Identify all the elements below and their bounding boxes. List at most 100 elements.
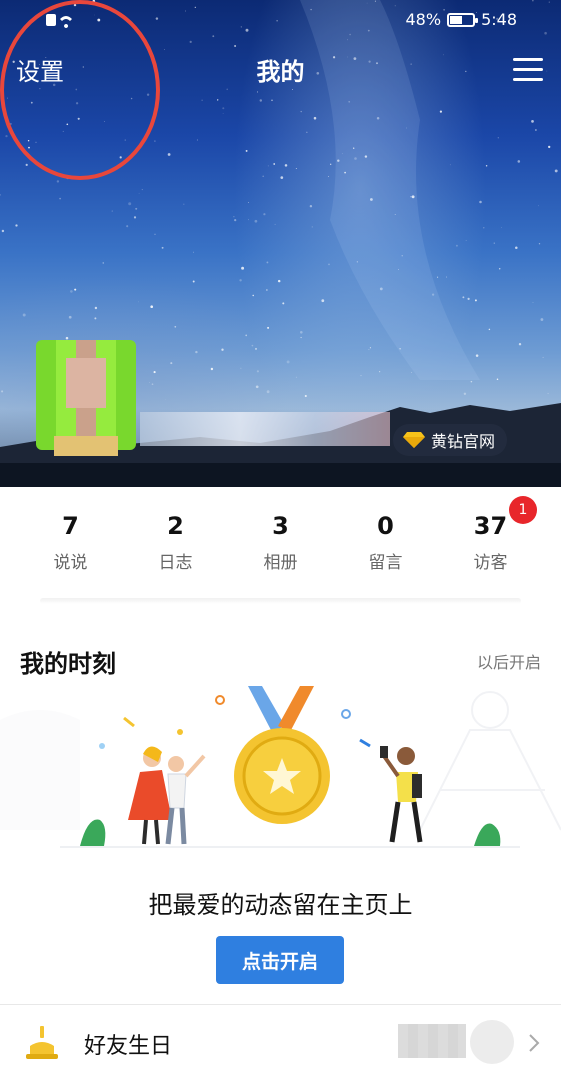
status-right: 48% 5:48 (406, 10, 518, 29)
profile-page: 48% 5:48 我的 设置 黄钻官网 7 说说 2 日志 3 相册 0 留言 … (0, 0, 561, 1080)
star (515, 246, 518, 249)
star (259, 99, 263, 102)
star (245, 149, 248, 152)
vip-link[interactable]: 黄钻官网 (393, 424, 508, 456)
star (485, 164, 488, 167)
annotation-circle (0, 0, 160, 180)
enable-button[interactable]: 点击开启 (216, 936, 344, 984)
cake-icon (26, 1026, 58, 1059)
star (70, 290, 73, 293)
star (284, 164, 288, 167)
star (126, 225, 129, 228)
star (192, 280, 195, 283)
star (548, 1, 550, 3)
star (497, 137, 499, 139)
star (102, 262, 104, 264)
stat-visitors[interactable]: 37 访客 1 (438, 496, 543, 590)
star (111, 210, 113, 212)
username-blurred (140, 412, 390, 446)
clock: 5:48 (481, 10, 517, 29)
star (542, 356, 544, 358)
stat-albums[interactable]: 3 相册 (228, 510, 333, 590)
avatar[interactable] (36, 340, 136, 456)
star (394, 5, 396, 7)
vip-link-label: 黄钻官网 (431, 432, 496, 451)
star (74, 288, 77, 291)
stats-row: 7 说说 2 日志 3 相册 0 留言 37 访客 1 (18, 496, 543, 590)
section-title: 我的时刻 (20, 650, 116, 678)
star (446, 276, 447, 278)
star (234, 45, 237, 47)
star (233, 216, 235, 218)
star (195, 350, 198, 354)
moments-description: 把最爱的动态留在主页上 (148, 891, 413, 919)
star (189, 40, 192, 44)
star (488, 328, 491, 331)
star (462, 296, 465, 299)
star (493, 242, 495, 244)
star (133, 216, 137, 219)
star (271, 99, 273, 102)
ribbon-icon (278, 686, 314, 732)
photographer-illustration (380, 746, 423, 843)
star (239, 279, 242, 282)
birthday-label: 好友生日 (84, 1034, 173, 1059)
friend-avatar-blurred (470, 1020, 514, 1064)
star (535, 129, 537, 131)
star (56, 180, 60, 183)
star (0, 194, 1, 196)
moments-illustration (0, 686, 561, 848)
star (467, 297, 470, 301)
divider-shadow (40, 598, 521, 604)
star (449, 164, 451, 166)
star (217, 99, 219, 101)
star (518, 343, 522, 346)
star (479, 200, 482, 204)
stat-value: 7 (62, 512, 79, 540)
star (248, 219, 249, 221)
stat-label: 访客 (473, 553, 508, 573)
stat-shuoshuo[interactable]: 7 说说 (18, 510, 123, 590)
star (1, 229, 5, 233)
star (154, 233, 156, 235)
friends-birthday-row[interactable]: 好友生日 (0, 1006, 561, 1080)
star (94, 306, 98, 310)
star (300, 336, 302, 339)
stat-value: 3 (272, 512, 289, 540)
menu-icon[interactable] (513, 56, 543, 82)
star (532, 302, 534, 303)
notification-badge: 1 (509, 496, 537, 524)
star (255, 347, 257, 350)
star (154, 140, 156, 142)
star (501, 227, 502, 228)
stat-blog[interactable]: 2 日志 (123, 510, 228, 590)
star (295, 168, 297, 170)
star (266, 261, 269, 264)
battery-icon (447, 12, 479, 27)
star (22, 313, 26, 317)
star (263, 213, 266, 216)
friend-names-blurred (398, 1024, 466, 1058)
star (234, 218, 237, 222)
cover-background[interactable]: 48% 5:48 我的 设置 黄钻官网 (0, 0, 561, 487)
star (252, 294, 254, 297)
star (141, 189, 143, 191)
couple-illustration (128, 746, 206, 845)
star (280, 176, 284, 179)
star (128, 202, 132, 206)
star (161, 246, 164, 249)
star (537, 205, 539, 207)
star (248, 202, 249, 203)
stat-value: 0 (377, 512, 394, 540)
star (321, 299, 325, 303)
star (25, 163, 28, 167)
star (328, 175, 330, 177)
later-button[interactable]: 以后开启 (477, 649, 541, 673)
star (68, 315, 72, 319)
star (15, 224, 18, 227)
stat-messages[interactable]: 0 留言 (333, 510, 438, 590)
stat-value: 2 (167, 512, 184, 540)
star (328, 263, 330, 266)
star (368, 349, 370, 351)
star (455, 244, 458, 247)
